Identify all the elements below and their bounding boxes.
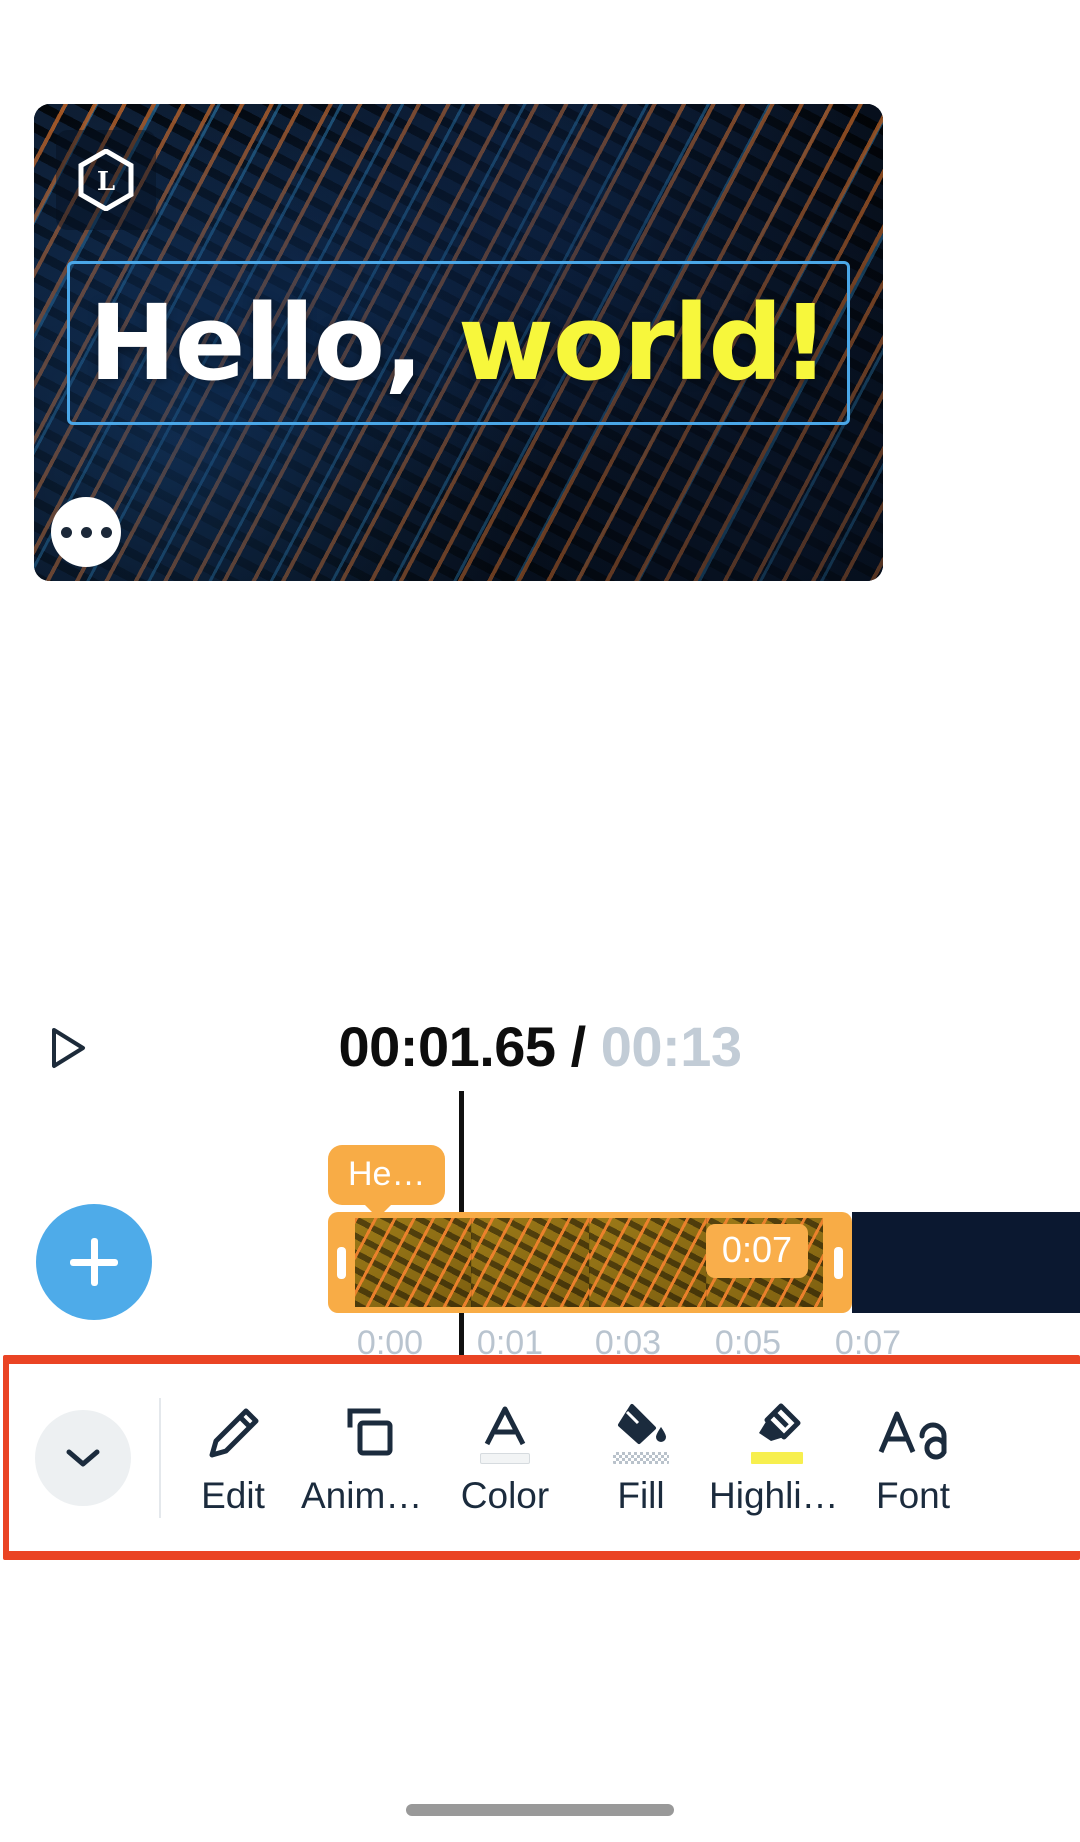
highlight-swatch-bar <box>751 1452 803 1464</box>
color-swatch-bar <box>480 1452 530 1464</box>
svg-text:L: L <box>97 167 115 197</box>
bottom-toolbar-region: Edit Animat… <box>0 1355 1080 1560</box>
toolbar-items: Edit Animat… <box>165 1364 1080 1551</box>
text-color-icon <box>480 1398 530 1470</box>
timecode-display: 00:01.65 / 00:13 <box>0 1012 1080 1082</box>
video-preview[interactable]: L Hello, world! <box>34 104 883 581</box>
text-overlay-selection-box[interactable]: Hello, world! <box>67 261 850 425</box>
clip-trim-handle-left[interactable] <box>337 1247 346 1279</box>
copy-layers-icon <box>338 1398 400 1470</box>
timecode-separator: / <box>555 1015 601 1078</box>
more-options-button[interactable] <box>51 497 121 567</box>
highlighter-marker-icon <box>751 1398 803 1470</box>
toolbar-item-fill[interactable]: Fill <box>573 1364 709 1551</box>
timeline[interactable]: He… 0:07 0:00 0:01 0:03 0:05 0:07 <box>328 1145 1080 1365</box>
toolbar-divider <box>159 1397 161 1518</box>
app-root: L Hello, world! 00:01.65 / 00:13 He… 0:0… <box>0 0 1080 1842</box>
brand-logo-chip[interactable]: L <box>56 130 156 230</box>
ellipsis-icon-dot-2 <box>80 526 92 538</box>
toolbar-item-font[interactable]: Font <box>845 1364 981 1551</box>
toolbar-item-color[interactable]: Color <box>437 1364 573 1551</box>
toolbar-item-label: Edit <box>201 1474 265 1516</box>
transport-bar: 00:01.65 / 00:13 <box>0 1012 1080 1088</box>
timeline-clip-selected[interactable]: 0:07 <box>328 1212 852 1313</box>
clip-trim-handle-right[interactable] <box>834 1247 843 1279</box>
toolbar-item-label: Highlight <box>709 1474 845 1516</box>
clip-thumbnail <box>472 1218 590 1307</box>
toolbar-item-animate[interactable]: Animat… <box>301 1364 437 1551</box>
text-edit-toolbar: Edit Animat… <box>9 1364 1080 1551</box>
chevron-down-icon <box>65 1447 101 1469</box>
clip-text-label[interactable]: He… <box>328 1145 446 1218</box>
toolbar-item-label: Fill <box>617 1474 665 1516</box>
pencil-icon <box>202 1398 264 1470</box>
total-time: 00:13 <box>600 1015 742 1078</box>
collapse-toolbar-button[interactable] <box>35 1409 131 1506</box>
timeline-clip-next[interactable] <box>852 1212 1080 1313</box>
text-overlay-white-part: Hello, <box>88 282 424 404</box>
current-time: 00:01.65 <box>338 1015 557 1078</box>
toolbar-item-label: Font <box>875 1474 951 1516</box>
text-overlay-yellow-part: world! <box>422 282 829 404</box>
timeline-track[interactable]: 0:07 <box>328 1212 1080 1313</box>
plus-icon-vertical <box>90 1238 98 1286</box>
fill-transparent-swatch-bar <box>613 1452 669 1464</box>
clip-thumbnail <box>355 1218 473 1307</box>
toolbar-item-label: Animat… <box>301 1474 437 1516</box>
paint-bucket-icon <box>613 1398 669 1470</box>
font-aa-icon <box>876 1398 950 1470</box>
add-media-button[interactable] <box>36 1204 152 1320</box>
ellipsis-icon-dot-3 <box>100 526 112 538</box>
toolbar-item-edit[interactable]: Edit <box>165 1364 301 1551</box>
toolbar-item-highlight[interactable]: Highlight <box>709 1364 845 1551</box>
clip-duration-badge: 0:07 <box>705 1224 808 1278</box>
clip-thumbnail <box>589 1218 707 1307</box>
ellipsis-icon-dot-1 <box>60 526 72 538</box>
hexagon-l-logo-icon: L <box>78 149 134 211</box>
home-indicator-bar[interactable] <box>406 1804 674 1816</box>
toolbar-item-label: Color <box>460 1474 550 1516</box>
text-overlay: Hello, world! <box>89 291 829 395</box>
